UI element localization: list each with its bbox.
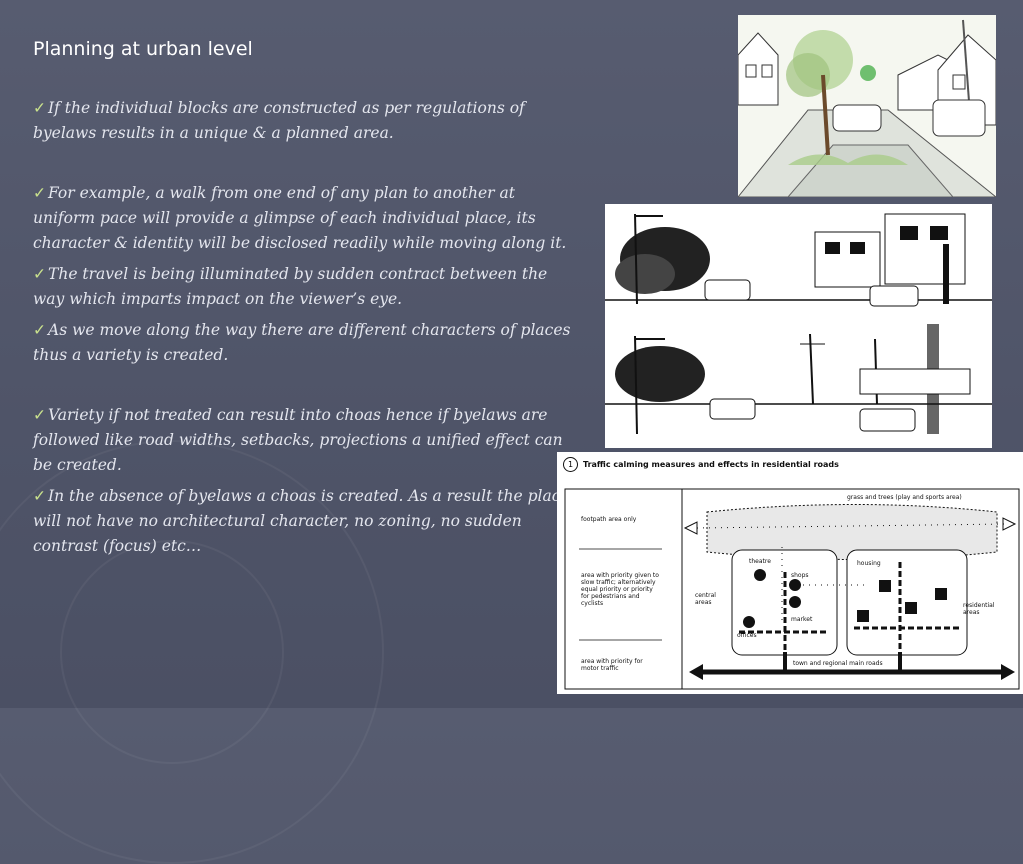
legend-slow-traffic: area with priority given to slow traffic… <box>581 572 659 607</box>
check-icon: ✓ <box>33 487 46 505</box>
background-compass-decoration-inner <box>60 540 284 764</box>
check-icon: ✓ <box>33 184 46 202</box>
check-icon: ✓ <box>33 99 46 117</box>
label-theatre: theatre <box>749 558 771 565</box>
slide-title: Planning at urban level <box>33 38 253 60</box>
check-icon: ✓ <box>33 406 46 424</box>
bullet-item: ✓ For example, a walk from one end of any… <box>33 184 567 252</box>
bullet-item: ✓ As we move along the way there are diff… <box>33 321 571 364</box>
bullet-item: ✓ The travel is being illuminated by sudd… <box>33 265 548 308</box>
check-icon: ✓ <box>33 321 46 339</box>
label-market: market <box>791 616 813 623</box>
label-residential: residential areas <box>963 602 995 616</box>
bullet-item: ✓ In the absence of byelaws a choas is cr… <box>33 487 570 555</box>
street-contrast-photos <box>605 204 992 448</box>
check-icon: ✓ <box>33 265 46 283</box>
traffic-calming-diagram: 1 Traffic calming measures and effects i… <box>557 452 1023 694</box>
label-main-roads: town and regional main roads <box>793 660 883 667</box>
legend-motor-traffic: area with priority for motor traffic <box>581 658 643 672</box>
bullet-item: ✓ If the individual blocks are constructe… <box>33 99 525 142</box>
legend-footpath: footpath area only <box>581 516 637 523</box>
bullet-item: ✓ Variety if not treated can result into … <box>33 406 563 474</box>
street-sketch-image <box>738 15 996 197</box>
label-shops: shops <box>791 572 809 579</box>
label-central: central areas <box>695 592 716 606</box>
label-housing: housing <box>857 560 881 567</box>
bullet-list: ✓ If the individual blocks are constructe… <box>33 96 573 559</box>
label-offices: offices <box>737 632 757 639</box>
label-grass: grass and trees (play and sports area) <box>847 494 962 501</box>
